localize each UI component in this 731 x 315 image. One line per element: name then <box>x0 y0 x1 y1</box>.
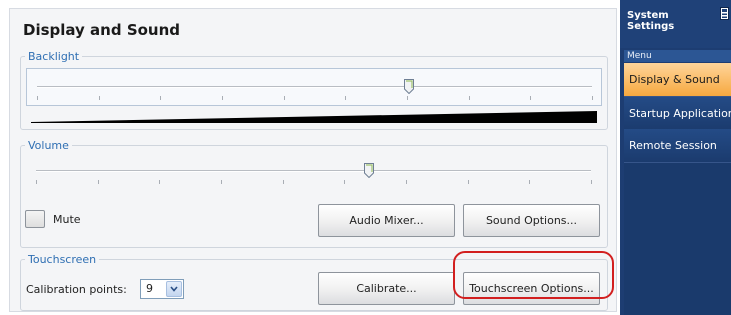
slider-tick <box>221 180 222 184</box>
calibration-points-select[interactable]: 9 <box>140 279 184 299</box>
page-title: Display and Sound <box>23 21 181 39</box>
slider-tick <box>529 180 531 184</box>
slider-tick <box>159 180 161 184</box>
slider-tick <box>407 96 408 100</box>
sidebar-background <box>624 163 731 315</box>
slider-tick <box>283 96 285 100</box>
sidebar: System Settings Menu Display & Sound Sta… <box>620 0 731 315</box>
volume-slider-thumb[interactable] <box>364 163 374 178</box>
slider-tick <box>282 180 284 184</box>
backlight-brightness-ramp <box>31 111 597 123</box>
volume-slider-track[interactable] <box>36 170 591 172</box>
slider-tick <box>592 96 593 100</box>
slider-tick <box>406 180 407 184</box>
touchscreen-legend: Touchscreen <box>28 253 97 266</box>
sidebar-item-display-sound[interactable]: Display & Sound <box>624 63 731 97</box>
slider-tick <box>222 96 223 100</box>
volume-group: Volume Mute Audio Mixer... Sound Options… <box>20 139 608 248</box>
backlight-group: Backlight <box>20 50 608 130</box>
slider-tick <box>468 96 470 100</box>
slider-tick <box>160 96 162 100</box>
sidebar-item-startup-applications[interactable]: Startup Applications <box>624 97 731 131</box>
calibration-points-value: 9 <box>146 282 153 295</box>
calibration-points-label: Calibration points: <box>26 283 127 296</box>
slider-tick <box>97 180 99 184</box>
slider-tick <box>345 96 347 100</box>
sidebar-title: System Settings <box>627 10 675 32</box>
audio-mixer-button[interactable]: Audio Mixer... <box>318 204 455 237</box>
volume-legend: Volume <box>28 139 69 152</box>
sidebar-item-remote-session[interactable]: Remote Session <box>624 129 731 163</box>
slider-tick <box>530 96 532 100</box>
backlight-slider[interactable] <box>26 68 602 106</box>
backlight-slider-thumb[interactable] <box>403 79 414 94</box>
menu-caption: Menu <box>624 50 731 62</box>
sound-options-button[interactable]: Sound Options... <box>463 204 600 237</box>
sidebar-header: System Settings <box>620 0 731 48</box>
chevron-down-icon[interactable] <box>166 281 182 297</box>
slider-tick <box>344 180 346 184</box>
slider-tick <box>37 96 38 100</box>
mute-checkbox[interactable] <box>25 210 45 228</box>
slider-tick <box>467 180 469 184</box>
highlight-circle <box>453 251 614 299</box>
backlight-slider-track[interactable] <box>37 86 592 88</box>
calibrate-button[interactable]: Calibrate... <box>318 272 455 305</box>
slider-tick <box>98 96 100 100</box>
slider-tick <box>591 180 592 184</box>
mute-label: Mute <box>53 213 81 226</box>
volume-slider[interactable] <box>26 157 602 187</box>
slider-tick <box>36 180 37 184</box>
backlight-legend: Backlight <box>28 50 80 63</box>
settings-icon <box>720 7 729 20</box>
